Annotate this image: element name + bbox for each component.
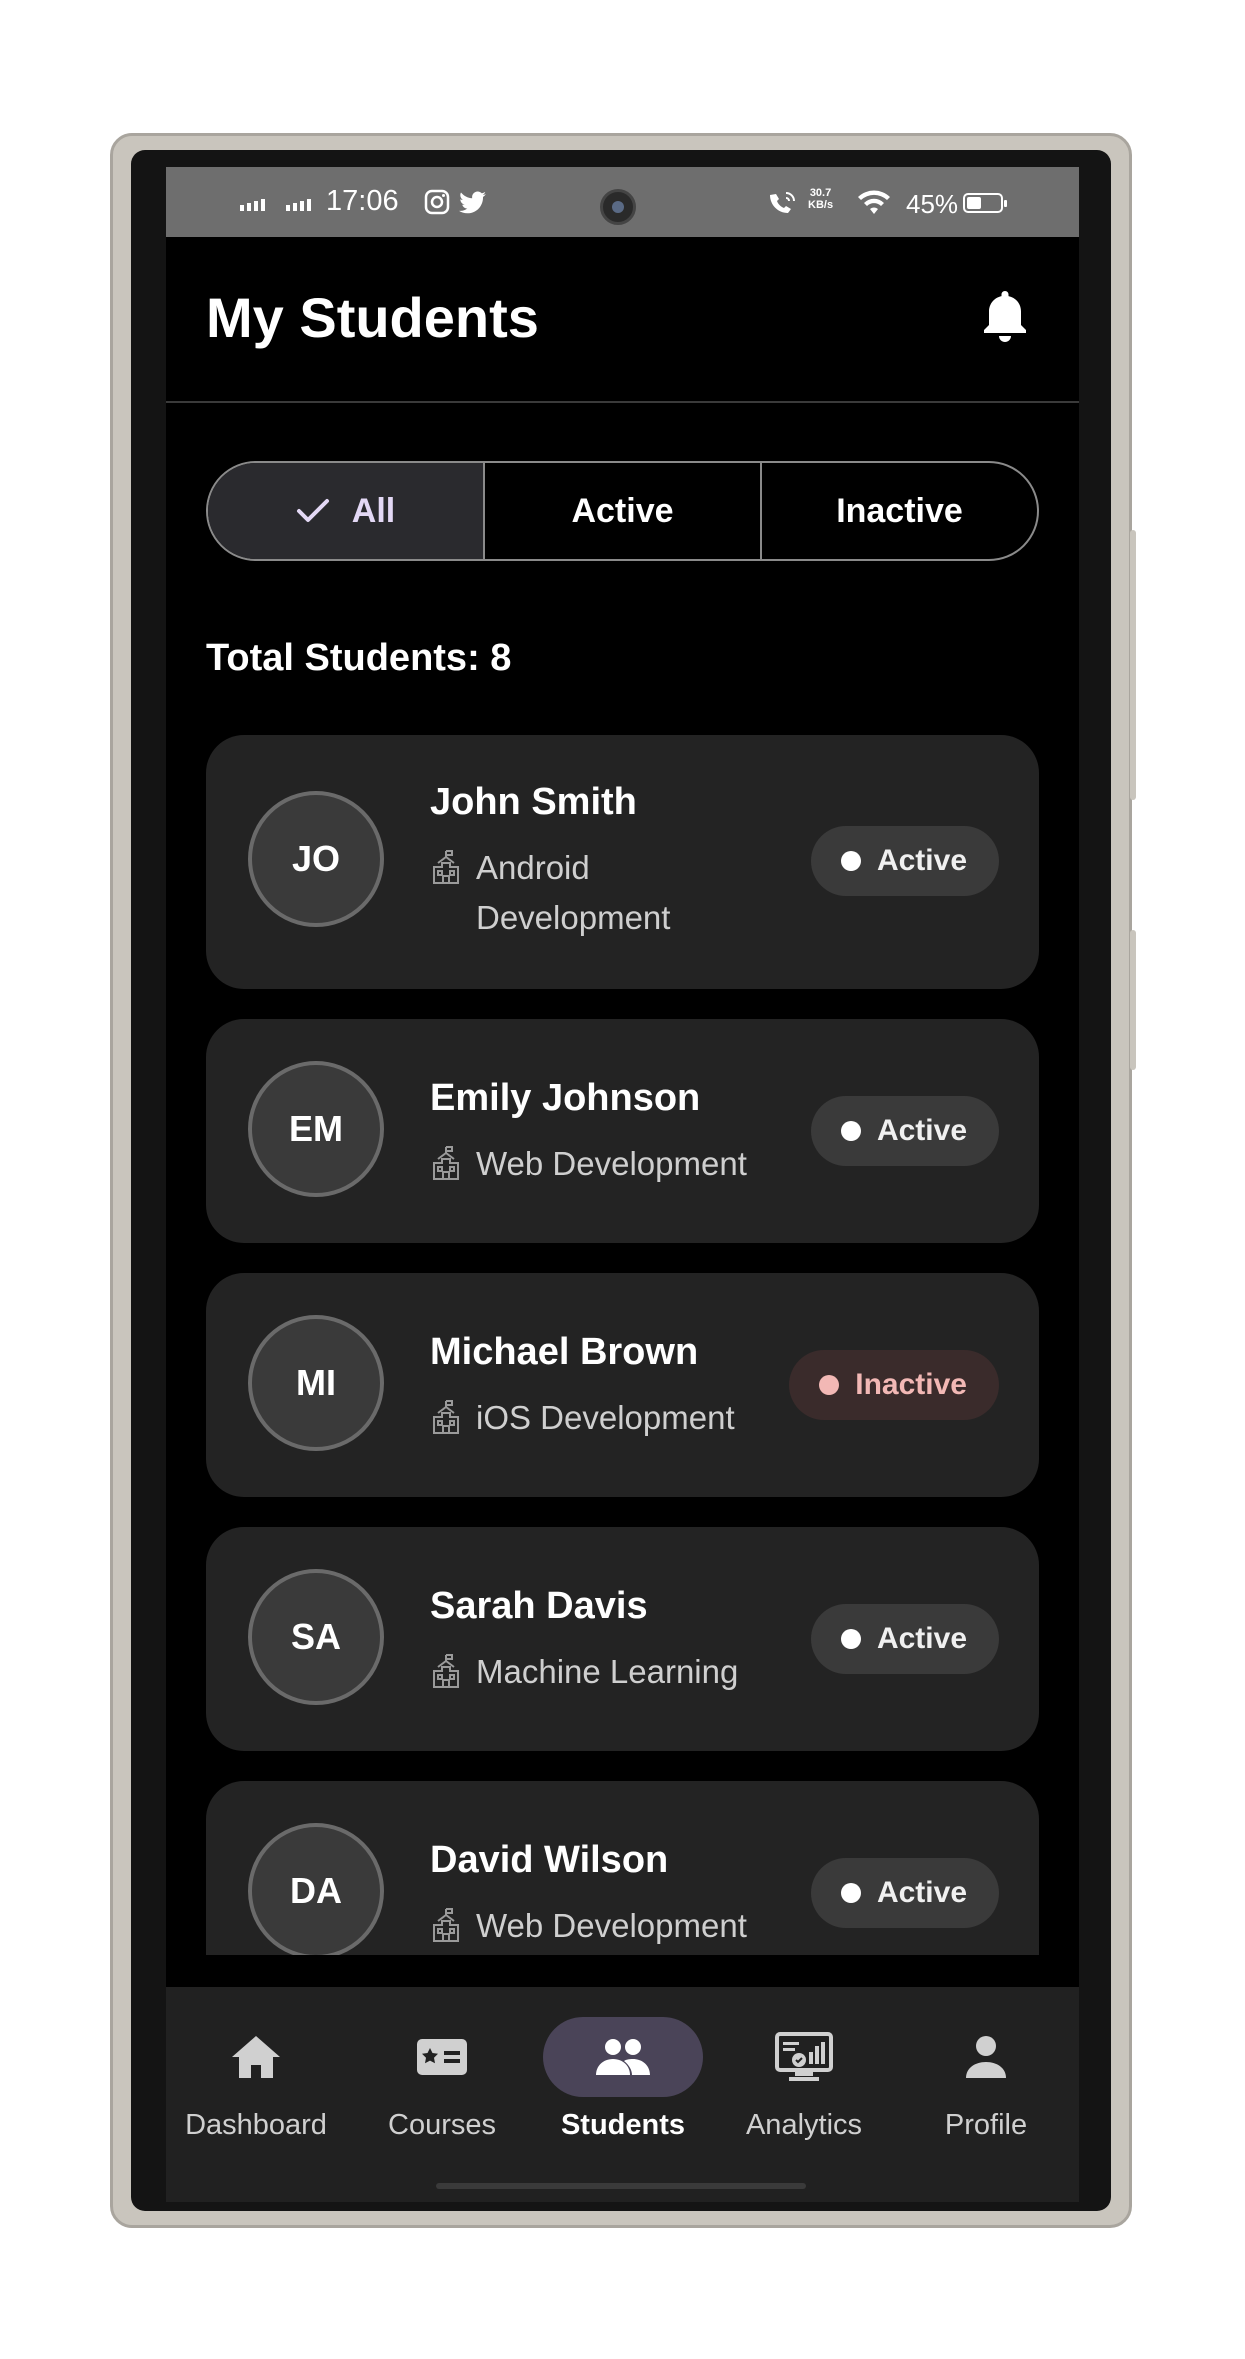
student-course: Web Development	[430, 1901, 786, 1951]
filter-active-button[interactable]: Active	[483, 463, 760, 559]
wifi-icon	[858, 190, 890, 214]
course-name: Android Development	[476, 849, 671, 936]
avatar: EM	[248, 1061, 384, 1197]
header-divider	[166, 401, 1079, 403]
status-badge: Inactive	[789, 1350, 999, 1420]
student-name: Sarah Davis	[430, 1585, 648, 1627]
signal-icon-2	[286, 199, 311, 211]
nav-active-indicator	[543, 2017, 703, 2097]
student-name: David Wilson	[430, 1839, 669, 1881]
status-label: Inactive	[855, 1368, 967, 1401]
course-name: iOS Development	[476, 1399, 735, 1436]
profile-icon	[966, 2036, 1006, 2078]
status-bar: 17:06 30.7 KB/s 45%	[166, 167, 1079, 237]
instagram-icon	[424, 189, 450, 215]
status-badge: Active	[810, 826, 999, 896]
student-course: iOS Development	[430, 1393, 786, 1443]
student-name: Michael Brown	[430, 1331, 699, 1373]
status-label: Active	[876, 1622, 967, 1655]
status-badge: Active	[810, 1096, 999, 1166]
school-icon	[433, 1146, 459, 1180]
student-name: John Smith	[430, 781, 637, 823]
volume-button	[1130, 530, 1136, 800]
nav-dashboard-label: Dashboard	[185, 2109, 327, 2141]
student-name: Emily Johnson	[430, 1077, 701, 1119]
nav-students-label: Students	[560, 2109, 686, 2141]
status-dot	[840, 851, 861, 871]
filter-all-label: All	[351, 491, 396, 530]
screen: 17:06 30.7 KB/s 45% My Students All Acti…	[166, 167, 1079, 2202]
avatar: MI	[248, 1315, 384, 1451]
student-card[interactable]: JO John Smith Android Development Active	[206, 735, 1039, 989]
avatar: JO	[248, 791, 384, 927]
students-icon	[596, 2039, 650, 2075]
bell-icon[interactable]	[980, 289, 1030, 345]
student-course: Machine Learning	[430, 1647, 786, 1697]
nav-analytics-label: Analytics	[745, 2109, 863, 2141]
nav-dashboard[interactable]: Dashboard	[166, 2017, 346, 2142]
filter-inactive-button[interactable]: Inactive	[760, 463, 1037, 559]
status-label: Active	[876, 1876, 967, 1909]
status-time: 17:06	[326, 185, 399, 217]
course-name: Web Development	[476, 1907, 747, 1944]
status-dot	[840, 1883, 861, 1903]
status-badge: Active	[810, 1604, 999, 1674]
status-dot	[840, 1121, 861, 1141]
analytics-icon	[775, 2032, 833, 2081]
battery-percent: 45%	[906, 189, 959, 219]
status-dot	[840, 1629, 861, 1649]
avatar: SA	[248, 1569, 384, 1705]
home-icon	[232, 2036, 280, 2078]
status-filter: All Active Inactive	[206, 461, 1039, 561]
course-name: Machine Learning	[476, 1653, 739, 1690]
filter-inactive-label: Inactive	[836, 491, 963, 530]
total-students: Total Students: 8	[206, 637, 512, 679]
student-card[interactable]: MI Michael Brown iOS Development Inactiv…	[206, 1273, 1039, 1497]
status-label: Active	[876, 844, 967, 877]
nav-profile-label: Profile	[944, 2109, 1028, 2141]
student-course: Android Development	[430, 843, 786, 943]
check-icon	[296, 499, 329, 522]
power-button	[1130, 930, 1136, 1070]
nav-courses-label: Courses	[388, 2109, 496, 2141]
nav-analytics[interactable]: Analytics	[714, 2017, 894, 2142]
status-badge: Active	[810, 1858, 999, 1928]
gesture-bar[interactable]	[436, 2183, 806, 2189]
student-course: Web Development	[430, 1139, 786, 1189]
course-name: Web Development	[476, 1145, 747, 1182]
twitter-icon	[459, 191, 486, 214]
status-label: Active	[876, 1114, 967, 1147]
student-card[interactable]: DA David Wilson Web Development Active	[206, 1781, 1039, 1955]
school-icon	[433, 1400, 459, 1434]
student-card[interactable]: EM Emily Johnson Web Development Active	[206, 1019, 1039, 1243]
status-dot	[819, 1375, 840, 1395]
school-icon	[433, 1908, 459, 1942]
school-icon	[433, 850, 459, 884]
battery-icon	[963, 193, 1007, 213]
filter-all-button[interactable]: All	[208, 463, 483, 559]
course-card-icon	[417, 2039, 467, 2075]
filter-active-label: Active	[571, 491, 674, 530]
bottom-navigation: Dashboard Courses Students Analytics Pro…	[166, 1987, 1079, 2202]
signal-icon	[240, 199, 265, 211]
student-card[interactable]: SA Sarah Davis Machine Learning Active	[206, 1527, 1039, 1751]
school-icon	[433, 1654, 459, 1688]
avatar: DA	[248, 1823, 384, 1955]
nav-students[interactable]: Students	[533, 2017, 713, 2142]
front-camera	[600, 189, 636, 225]
nav-courses[interactable]: Courses	[352, 2017, 532, 2142]
nav-profile[interactable]: Profile	[896, 2017, 1076, 2142]
network-speed: 30.7 KB/s	[808, 187, 834, 211]
wifi-call-icon	[770, 192, 795, 213]
page-title: My Students	[206, 286, 539, 349]
student-list: JO John Smith Android Development Active…	[206, 735, 1039, 1955]
